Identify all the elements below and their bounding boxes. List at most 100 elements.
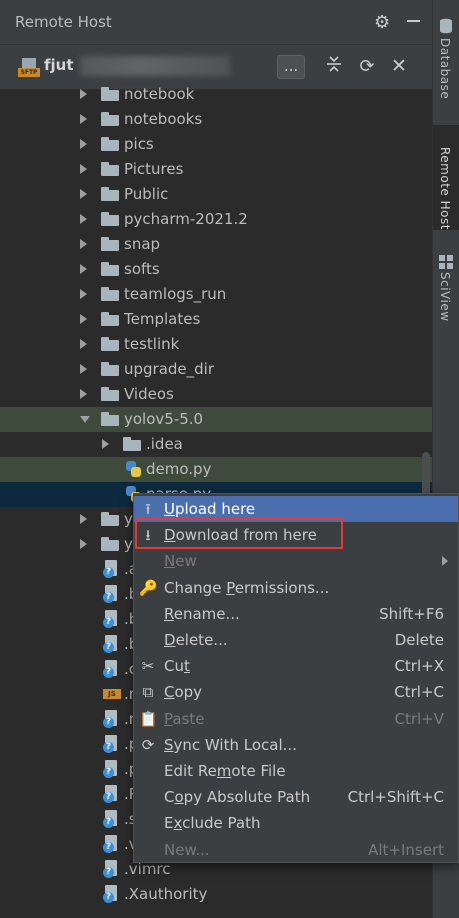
chevron-down-icon[interactable]	[80, 416, 90, 423]
chevron-right-icon[interactable]	[80, 364, 87, 374]
chevron-right-icon[interactable]	[80, 339, 87, 349]
chevron-right-icon[interactable]	[80, 289, 87, 299]
tree-item-label: Pictures	[124, 160, 184, 178]
context-menu-item[interactable]: New	[134, 548, 458, 574]
panel-title: Remote Host	[15, 13, 112, 31]
context-menu-item[interactable]: Edit Remote File	[134, 758, 458, 784]
context-menu-item[interactable]: ⧉ Copy Ctrl+C	[134, 679, 458, 705]
folder-icon	[101, 87, 119, 101]
key-icon: 🔑	[139, 578, 158, 597]
tree-folder-row[interactable]: Templates	[0, 307, 432, 332]
folder-icon	[101, 387, 119, 401]
folder-icon	[101, 362, 119, 376]
chevron-right-icon[interactable]	[80, 264, 87, 274]
context-menu-shortcut: Alt+Insert	[368, 840, 444, 859]
context-menu-item-label: Upload here	[164, 500, 256, 518]
chevron-right-icon[interactable]	[80, 139, 87, 149]
collapse-all-icon[interactable]	[324, 55, 344, 79]
tree-folder-row[interactable]: notebook	[0, 82, 432, 107]
tree-item-label: Templates	[124, 310, 201, 328]
tree-file-row[interactable]: ? .Xauthority	[0, 882, 432, 907]
tree-item-label: testlink	[124, 335, 180, 353]
chevron-right-icon[interactable]	[80, 89, 87, 99]
chevron-right-icon[interactable]	[80, 189, 87, 199]
context-menu-item-label: Change Permissions...	[164, 578, 330, 597]
chevron-right-icon[interactable]	[80, 314, 87, 324]
submenu-arrow-icon	[442, 556, 448, 567]
chevron-right-icon[interactable]	[80, 514, 87, 524]
tab-sciview[interactable]: SciView	[433, 250, 459, 340]
folder-icon	[101, 262, 119, 276]
tree-folder-row[interactable]: yolov5-5.0	[0, 407, 432, 432]
gear-icon[interactable]: ⚙	[374, 12, 390, 33]
context-menu-item[interactable]: ⟳ Sync With Local...	[134, 732, 458, 758]
minimize-icon[interactable]	[407, 20, 420, 22]
upload-icon: ⭱	[145, 500, 151, 518]
folder-icon	[101, 112, 119, 126]
tree-folder-row[interactable]: teamlogs_run	[0, 282, 432, 307]
tree-item-label: demo.py	[146, 460, 212, 478]
chevron-right-icon[interactable]	[80, 114, 87, 124]
tree-folder-row[interactable]: pycharm-2021.2	[0, 207, 432, 232]
tab-remote-host[interactable]: Remote Host	[433, 125, 459, 230]
tree-folder-row[interactable]: pics	[0, 132, 432, 157]
tree-folder-row[interactable]: notebooks	[0, 107, 432, 132]
unknown-file-icon: ?	[103, 560, 119, 578]
unknown-file-icon: ?	[103, 835, 119, 853]
context-menu-shortcut: Ctrl+X	[394, 657, 444, 676]
context-menu-item[interactable]: New... Alt+Insert	[134, 837, 458, 863]
context-menu-item-label: Paste	[164, 709, 205, 728]
unknown-file-icon: ?	[103, 785, 119, 803]
tree-item-label: notebooks	[124, 110, 203, 128]
chevron-right-icon[interactable]	[80, 164, 87, 174]
folder-icon	[101, 337, 119, 351]
tree-file-row[interactable]: demo.py	[0, 457, 432, 482]
context-menu-item-label: Copy	[164, 683, 203, 702]
context-menu-shortcut: Ctrl+V	[394, 709, 444, 728]
tree-folder-row[interactable]: .idea	[0, 432, 432, 457]
context-menu-item-label: Copy Absolute Path	[164, 788, 311, 807]
context-menu-item[interactable]: Delete... Delete	[134, 627, 458, 653]
context-menu-shortcut: Ctrl+Shift+C	[347, 788, 444, 807]
context-menu-item-label: New	[164, 552, 197, 571]
context-menu-item[interactable]: Rename... Shift+F6	[134, 601, 458, 627]
scissors-icon: ✂	[141, 657, 155, 676]
tree-folder-row[interactable]: upgrade_dir	[0, 357, 432, 382]
chevron-right-icon[interactable]	[80, 214, 87, 224]
folder-icon	[101, 287, 119, 301]
tree-folder-row[interactable]: Public	[0, 182, 432, 207]
tree-folder-row[interactable]: snap	[0, 232, 432, 257]
context-menu-item-label: Cut	[164, 657, 190, 676]
unknown-file-icon: ?	[103, 885, 119, 903]
context-menu-item-label: New...	[164, 840, 210, 859]
sync-icon[interactable]: ⟳	[357, 55, 377, 79]
tree-item-label: yolov5-5.0	[124, 410, 204, 428]
tree-folder-row[interactable]: Pictures	[0, 157, 432, 182]
chevron-right-icon[interactable]	[80, 239, 87, 249]
chevron-right-icon[interactable]	[80, 539, 87, 549]
chevron-right-icon[interactable]	[80, 389, 87, 399]
context-menu-item[interactable]: 📋 Paste Ctrl+V	[134, 706, 458, 732]
tab-database[interactable]: Database	[433, 10, 459, 120]
panel-title-bar: Remote Host ⚙	[0, 0, 432, 45]
context-menu-shortcut: Delete	[394, 631, 444, 649]
tree-item-label: Public	[124, 185, 169, 203]
host-name[interactable]: fjut	[44, 56, 74, 74]
tree-folder-row[interactable]: testlink	[0, 332, 432, 357]
close-icon[interactable]: ✕	[389, 54, 409, 78]
redacted-host-text	[80, 56, 230, 76]
context-menu-item[interactable]: Copy Absolute Path Ctrl+Shift+C	[134, 784, 458, 810]
context-menu-item[interactable]: 🔑 Change Permissions...	[134, 575, 458, 601]
tree-folder-row[interactable]: softs	[0, 257, 432, 282]
folder-icon	[101, 412, 119, 426]
tree-item-label: pics	[124, 135, 154, 153]
chevron-right-icon[interactable]	[102, 439, 109, 449]
unknown-file-icon: ?	[103, 860, 119, 878]
tree-folder-row[interactable]: Videos	[0, 382, 432, 407]
context-menu-shortcut: Ctrl+C	[394, 683, 444, 702]
sftp-icon: SFTP	[18, 58, 40, 78]
tree-item-label: y	[124, 535, 133, 553]
more-button[interactable]: ...	[277, 55, 305, 79]
context-menu-item[interactable]: ✂ Cut Ctrl+X	[134, 653, 458, 679]
context-menu-item[interactable]: Exclude Path	[134, 810, 458, 836]
